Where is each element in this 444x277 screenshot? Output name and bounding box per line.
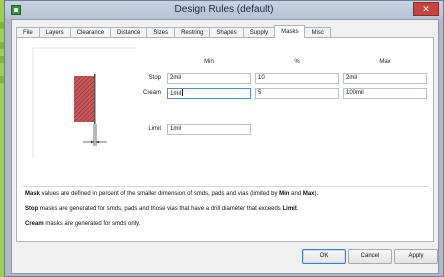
arrowhead-left — [91, 140, 94, 144]
close-button[interactable]: ✕ — [413, 2, 439, 16]
cancel-button[interactable]: Cancel — [348, 249, 392, 264]
masks-tab-panel: Min % Max Stop 2mil 10 2mil Cream 1mil 5… — [16, 37, 434, 242]
desc-text: masks are generated for smds only. — [43, 221, 141, 227]
cream-min-input[interactable]: 1mil — [167, 88, 251, 99]
limit-row-label: Limit — [148, 126, 161, 132]
column-header-max: Max — [379, 59, 391, 65]
stop-description-line: Stop masks are generated for smds, pads … — [25, 206, 299, 212]
apply-button[interactable]: Apply — [394, 249, 438, 264]
desc-text: values are defined in percent of the sma… — [40, 191, 280, 197]
design-rules-dialog: Design Rules (default) ✕ File Layers Cle… — [4, 0, 444, 277]
term-cream: Cream — [25, 221, 44, 227]
term-max: Max — [302, 191, 315, 197]
desc-text: ). — [314, 191, 319, 197]
title-bar[interactable]: Design Rules (default) ✕ — [5, 1, 443, 19]
mask-illustration — [31, 46, 139, 160]
column-header-min: Min — [204, 59, 214, 65]
cream-min-value: 1mil — [170, 91, 182, 97]
separator-line — [23, 186, 429, 187]
mask-outline — [94, 74, 96, 124]
column-header-percent: % — [294, 59, 300, 65]
mask-description-line: Mask values are defined in percent of th… — [25, 191, 318, 197]
cream-row-label: Cream — [142, 90, 161, 96]
term-min: Min — [279, 191, 290, 197]
stop-percent-input[interactable]: 10 — [255, 73, 339, 84]
text-caret — [182, 89, 184, 96]
tab-masks[interactable]: Masks — [274, 25, 306, 38]
stop-max-input[interactable]: 2mil — [343, 73, 427, 84]
cream-percent-input[interactable]: 5 — [255, 88, 339, 99]
pad-shape — [74, 76, 94, 122]
limit-input[interactable]: 1mil — [167, 124, 251, 135]
cream-description-line: Cream masks are generated for smds only. — [25, 221, 140, 227]
desc-text: and — [289, 191, 303, 197]
desc-text: masks are generated for smds, pads and t… — [38, 206, 283, 212]
term-limit: Limit — [282, 206, 297, 212]
arrowhead-right — [96, 140, 99, 144]
stop-row-label: Stop — [148, 75, 161, 81]
window-title: Design Rules (default) — [174, 4, 274, 15]
dialog-client-area: File Layers Clearance Distance Sizes Res… — [11, 19, 439, 274]
term-stop: Stop — [25, 206, 39, 212]
term-mask: Mask — [25, 191, 41, 197]
desc-text: . — [296, 206, 299, 212]
cream-max-input[interactable]: 100mil — [343, 88, 427, 99]
ok-button[interactable]: OK — [302, 249, 346, 264]
stop-min-input[interactable]: 2mil — [167, 73, 251, 84]
